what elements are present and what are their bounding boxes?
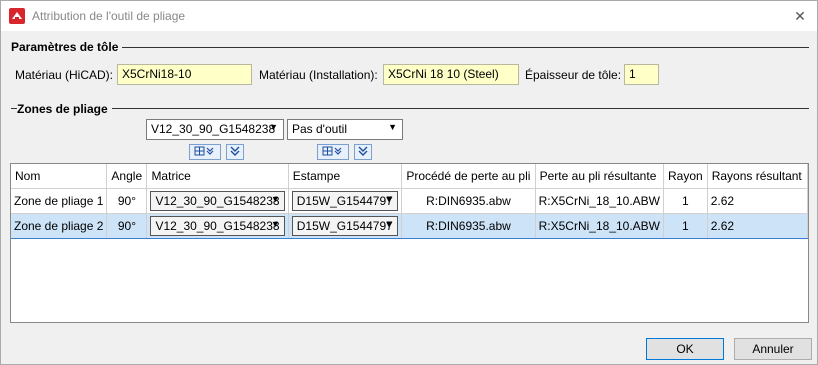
punch-cell: D15W_G1544797 ▼ bbox=[288, 212, 403, 239]
column-header[interactable]: Matrice bbox=[146, 164, 289, 189]
chevron-down-icon: ▼ bbox=[384, 193, 394, 204]
column-header[interactable]: Rayons résultant bbox=[707, 164, 809, 189]
thickness-label: Épaisseur de tôle: bbox=[525, 68, 622, 82]
matrix-browse-button[interactable] bbox=[189, 144, 221, 160]
table-row[interactable]: Zone de pliage 2 90° V12_30_90_G1548238 … bbox=[11, 212, 809, 239]
matrix-cell: V12_30_90_G1548238 ▼ bbox=[146, 212, 289, 239]
column-header[interactable]: Angle bbox=[106, 164, 148, 189]
punch-select[interactable]: D15W_G1544797 ▼ bbox=[291, 190, 399, 211]
material-install-label: Matériau (Installation): bbox=[259, 68, 378, 82]
angle-cell: 90° bbox=[106, 212, 148, 239]
cancel-button[interactable]: Annuler bbox=[734, 338, 812, 360]
title-bar: Attribution de l'outil de pliage ✕ bbox=[1, 1, 817, 31]
result-cell: R:X5CrNi_18_10.ABW bbox=[535, 188, 665, 214]
result-radius-cell: 2.62 bbox=[707, 212, 809, 239]
result-cell: R:X5CrNi_18_10.ABW bbox=[535, 212, 665, 239]
zone-name-cell: Zone de pliage 2 bbox=[11, 212, 108, 239]
method-cell: R:DIN6935.abw bbox=[401, 188, 536, 214]
thickness-field[interactable]: 1 bbox=[624, 64, 659, 85]
result-radius-cell: 2.62 bbox=[707, 188, 809, 214]
grid-dropdown-icon bbox=[194, 146, 214, 156]
table-row[interactable]: Zone de pliage 1 90° V12_30_90_G1548238 … bbox=[11, 188, 809, 214]
bend-zones-table: Nom Angle Matrice Estampe Procédé de per… bbox=[10, 163, 809, 323]
punch-cell: D15W_G1544797 ▼ bbox=[288, 188, 403, 214]
double-chevron-down-icon bbox=[230, 146, 240, 156]
method-cell: R:DIN6935.abw bbox=[401, 212, 536, 239]
chevron-down-icon: ▼ bbox=[384, 218, 394, 229]
hicad-app-icon bbox=[9, 8, 25, 24]
zone-name-cell: Zone de pliage 1 bbox=[11, 188, 108, 214]
punch-apply-button[interactable] bbox=[354, 144, 372, 160]
punch-value: D15W_G1544797 bbox=[296, 193, 393, 208]
matrix-apply-button[interactable] bbox=[226, 144, 244, 160]
bend-zones-divider bbox=[11, 108, 809, 109]
column-header[interactable]: Nom bbox=[11, 164, 108, 189]
punch-select[interactable]: D15W_G1544797 ▼ bbox=[291, 215, 399, 236]
bend-zones-table-grid: Nom Angle Matrice Estampe Procédé de per… bbox=[11, 164, 809, 239]
double-chevron-down-icon bbox=[358, 146, 368, 156]
punch-value: D15W_G1544797 bbox=[296, 218, 393, 233]
table-header-row: Nom Angle Matrice Estampe Procédé de per… bbox=[11, 164, 809, 189]
matrix-value: V12_30_90_G1548238 bbox=[155, 193, 280, 208]
radius-cell: 1 bbox=[663, 188, 708, 214]
close-icon[interactable]: ✕ bbox=[789, 5, 811, 27]
column-header[interactable]: Estampe bbox=[288, 164, 403, 189]
material-hicad-field[interactable]: X5CrNi18-10 bbox=[117, 64, 252, 85]
radius-cell: 1 bbox=[663, 212, 708, 239]
column-header[interactable]: Perte au pli résultante bbox=[535, 164, 665, 189]
column-header[interactable]: Rayon bbox=[663, 164, 708, 189]
bend-zones-group-title: Zones de pliage bbox=[17, 102, 112, 116]
material-hicad-label: Matériau (HiCAD): bbox=[15, 68, 114, 82]
window-title: Attribution de l'outil de pliage bbox=[32, 9, 186, 23]
chevron-down-icon: ▼ bbox=[270, 218, 280, 229]
sheet-params-group-title: Paramètres de tôle bbox=[11, 40, 123, 54]
global-matrix-select[interactable]: V12_30_90_G1548238 ▼ bbox=[146, 119, 284, 140]
punch-browse-button[interactable] bbox=[317, 144, 349, 160]
chevron-down-icon: ▼ bbox=[270, 193, 280, 204]
column-header[interactable]: Procédé de perte au pli bbox=[401, 164, 536, 189]
matrix-cell: V12_30_90_G1548238 ▼ bbox=[146, 188, 289, 214]
chevron-down-icon: ▼ bbox=[269, 122, 278, 132]
matrix-select[interactable]: V12_30_90_G1548238 ▼ bbox=[150, 215, 285, 236]
global-punch-value: Pas d'outil bbox=[292, 122, 347, 136]
grid-dropdown-icon bbox=[322, 146, 342, 156]
ok-button[interactable]: OK bbox=[646, 338, 724, 360]
sheet-params-divider bbox=[11, 47, 809, 48]
dialog-window: Attribution de l'outil de pliage ✕ Param… bbox=[0, 0, 818, 365]
material-install-field[interactable]: X5CrNi 18 10 (Steel) bbox=[383, 64, 519, 85]
angle-cell: 90° bbox=[106, 188, 148, 214]
matrix-select[interactable]: V12_30_90_G1548238 ▼ bbox=[150, 190, 285, 211]
chevron-down-icon: ▼ bbox=[388, 122, 397, 132]
global-matrix-value: V12_30_90_G1548238 bbox=[151, 122, 276, 136]
global-punch-select[interactable]: Pas d'outil ▼ bbox=[287, 119, 403, 140]
matrix-value: V12_30_90_G1548238 bbox=[155, 218, 280, 233]
